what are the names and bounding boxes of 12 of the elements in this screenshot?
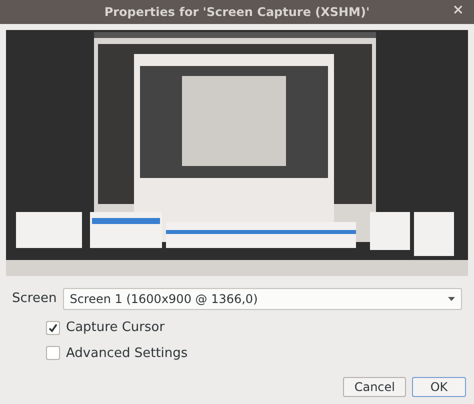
checkbox-row[interactable]: Capture Cursor (46, 318, 165, 338)
dropdown-arrow-icon (448, 297, 455, 301)
close-button[interactable]: × (450, 3, 466, 17)
window-title: Properties for 'Screen Capture (XSHM)' (104, 4, 370, 21)
checked-checkbox[interactable] (46, 320, 60, 335)
checkmark-icon (48, 322, 58, 333)
checkbox[interactable] (46, 346, 60, 360)
cancel-button[interactable]: Cancel (343, 377, 406, 397)
checkbox-row[interactable]: Advanced Settings (46, 344, 188, 363)
field-label: Screen (12, 290, 57, 308)
ok-button[interactable]: OK (412, 377, 466, 397)
screen-dropdown[interactable]: Screen 1 (1600x900 @ 1366,0) (62, 288, 462, 310)
